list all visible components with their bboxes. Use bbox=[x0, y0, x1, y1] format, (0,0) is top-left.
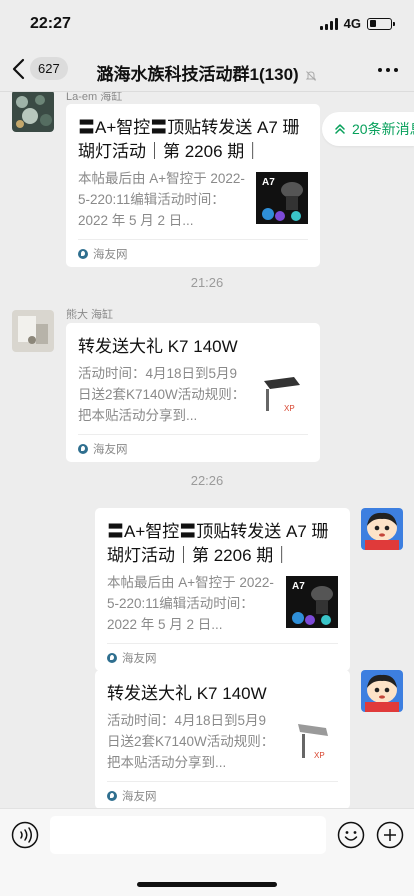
link-card[interactable]: 转发送大礼 K7 140W 活动时间：4月18日到5月9日送2套K7140W活动… bbox=[95, 670, 350, 808]
source-name: 海友网 bbox=[93, 443, 128, 456]
thumb-text: A7 bbox=[292, 581, 305, 592]
card-title: 转发送大礼 K7 140W bbox=[107, 684, 267, 703]
status-time: 22:27 bbox=[30, 15, 71, 32]
card-source: 海友网 bbox=[107, 643, 338, 671]
chat-header: 627 潞海水族科技活动群1(130) bbox=[0, 48, 414, 92]
status-indicators: 4G bbox=[319, 16, 395, 31]
card-title: 〓A+智控〓顶贴转发送 A7 珊瑚灯活动｜第 2206 期｜ bbox=[107, 522, 329, 565]
chat-title: 潞海水族科技活动群1(130) bbox=[96, 65, 299, 84]
card-source: 海友网 bbox=[78, 239, 308, 267]
link-card[interactable]: 转发送大礼 K7 140W 活动时间：4月18日到5月9日送2套K7140W活动… bbox=[66, 323, 320, 462]
thumb-text: XP bbox=[314, 751, 325, 760]
double-chevron-up-icon bbox=[335, 124, 345, 134]
card-description: 活动时间：4月18日到5月9日送2套K7140W活动规则：把本贴活动分享到... bbox=[107, 713, 275, 770]
link-card[interactable]: 〓A+智控〓顶贴转发送 A7 珊瑚灯活动｜第 2206 期｜ 本帖最后由 A+智… bbox=[66, 104, 320, 267]
card-source: 海友网 bbox=[107, 781, 338, 808]
source-logo-icon bbox=[107, 790, 117, 801]
my-avatar[interactable] bbox=[361, 508, 403, 550]
a7-coral-light-thumbnail: A7 bbox=[256, 172, 308, 224]
battery-icon bbox=[367, 17, 395, 30]
card-title: 转发送大礼 K7 140W bbox=[78, 337, 238, 356]
sender-name: La-em 海缸 bbox=[66, 92, 123, 103]
card-description: 活动时间：4月18日到5月9日送2套K7140W活动规则：把本贴活动分享到... bbox=[78, 366, 246, 423]
status-bar: 22:27 4G bbox=[0, 0, 414, 48]
coral-photo-icon bbox=[12, 92, 54, 132]
message-timestamp: 22:26 bbox=[190, 473, 224, 488]
source-logo-icon bbox=[78, 443, 88, 454]
sender-avatar[interactable] bbox=[12, 92, 54, 132]
source-name: 海友网 bbox=[93, 248, 128, 261]
network-type: 4G bbox=[343, 16, 361, 31]
mute-icon bbox=[306, 70, 317, 81]
sender-name: 熊大 海缸 bbox=[66, 309, 114, 321]
k7-light-thumbnail: XP bbox=[256, 367, 308, 419]
thumb-text: A7 bbox=[262, 177, 275, 188]
message-input[interactable] bbox=[50, 816, 326, 854]
cartoon-boy-avatar-icon bbox=[361, 508, 403, 550]
a7-coral-light-thumbnail: A7 bbox=[286, 576, 338, 628]
aquarium-photo-icon bbox=[12, 310, 54, 352]
plus-icon[interactable] bbox=[376, 821, 404, 849]
thumb-text: XP bbox=[284, 404, 295, 413]
voice-input-icon[interactable] bbox=[11, 821, 39, 849]
emoji-icon[interactable] bbox=[337, 821, 365, 849]
signal-icon bbox=[319, 17, 338, 30]
new-messages-button[interactable]: 20条新消息 bbox=[322, 112, 414, 146]
card-description: 本帖最后由 A+智控于 2022-5-220:11编辑活动时间：2022 年 5… bbox=[78, 171, 245, 228]
message-timestamp: 21:26 bbox=[190, 275, 224, 290]
more-options-button[interactable] bbox=[378, 68, 398, 72]
new-messages-label: 20条新消息 bbox=[352, 121, 414, 137]
card-description: 本帖最后由 A+智控于 2022-5-220:11编辑活动时间：2022 年 5… bbox=[107, 575, 274, 632]
source-logo-icon bbox=[78, 248, 88, 259]
source-name: 海友网 bbox=[122, 790, 157, 803]
my-avatar[interactable] bbox=[361, 670, 403, 712]
chat-title-wrap[interactable]: 潞海水族科技活动群1(130) bbox=[0, 60, 414, 85]
source-logo-icon bbox=[107, 652, 117, 663]
cartoon-boy-avatar-icon bbox=[361, 670, 403, 712]
card-source: 海友网 bbox=[78, 434, 308, 462]
chat-messages[interactable]: La-em 海缸 〓A+智控〓顶贴转发送 A7 珊瑚灯活动｜第 2206 期｜ … bbox=[0, 92, 414, 808]
k7-light-thumbnail: XP bbox=[286, 714, 338, 766]
link-card[interactable]: 〓A+智控〓顶贴转发送 A7 珊瑚灯活动｜第 2206 期｜ 本帖最后由 A+智… bbox=[95, 508, 350, 671]
card-title: 〓A+智控〓顶贴转发送 A7 珊瑚灯活动｜第 2206 期｜ bbox=[78, 118, 300, 161]
home-indicator bbox=[137, 882, 277, 887]
sender-avatar[interactable] bbox=[12, 310, 54, 352]
source-name: 海友网 bbox=[122, 652, 157, 665]
